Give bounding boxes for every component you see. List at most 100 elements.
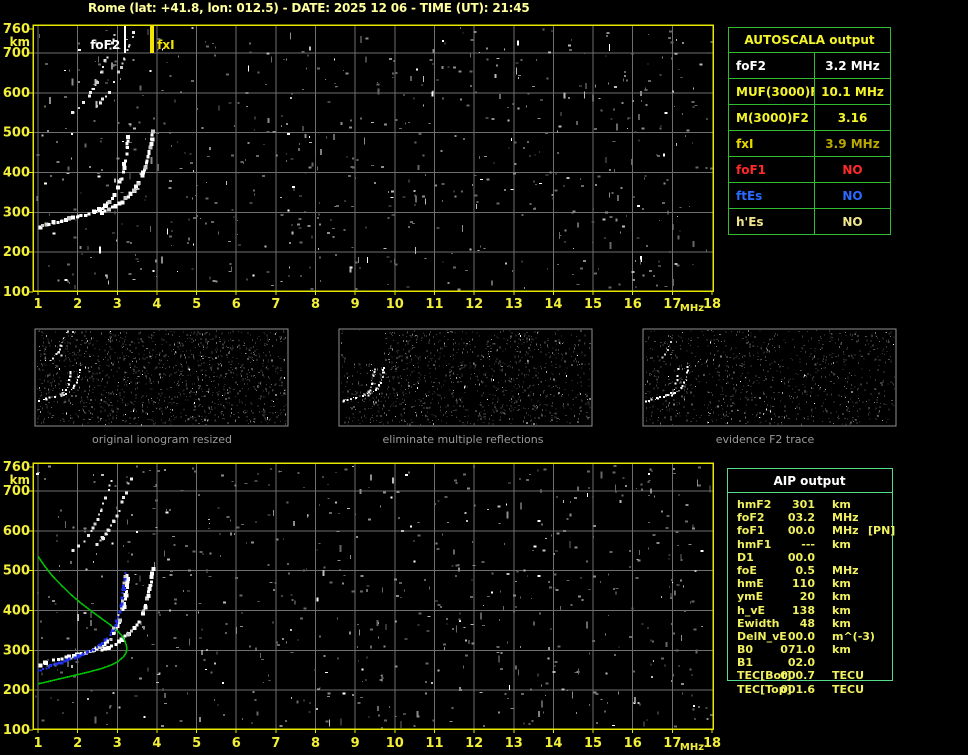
x-tick-label: 12 [465,736,483,751]
autoscala-param-value: 3.2 MHz [814,52,891,79]
aip-lab: hmE [737,577,764,591]
tick-marks [29,466,713,733]
aip-row-foF2: foF2 03.2 MHz [737,511,967,524]
aip-row-hmF1: hmF1 --- km [737,538,967,551]
aip-row-ymE: ymE 20 km [737,590,967,603]
autoscala-param-value: 3.9 MHz [814,130,891,157]
aip-val: 0.5 [795,563,816,577]
aip-unit: m^(-3) [832,629,875,643]
aip-row-B0: B0 071.0 km [737,643,967,656]
aip-val: 00.0 [787,524,815,538]
autoscala-param-label: h'Es [728,208,815,235]
x-tick-label: 18 [703,297,721,312]
aip-val: 110 [792,577,815,591]
x-tick-label: 8 [311,297,320,312]
panel-noise [645,330,895,426]
autoscala-param-value: NO [814,208,891,235]
frequency-markers: foF2 fxI [90,25,175,53]
x-tick-label: 1 [33,297,42,312]
aip-output-rows: hmF2 301 km foF2 03.2 MHz foF1 00.0 MHz [PN] hmF1-… [737,498,967,696]
x-tick-label: 10 [386,297,404,312]
processing-panel-1 [338,328,593,427]
x-tick-label: 14 [544,297,562,312]
autoscala-row-M(3000)F2: M(3000)F2 3.16 [728,104,891,131]
aip-lab: foF2 [737,511,765,525]
x-tick-label: 15 [584,736,602,751]
autoscala-row-MUF(3000)F2: MUF(3000)F210.1 MHz [728,78,891,105]
bottom-ionogram-plot: 1 2 3 4 5 6 7 8 9 10 11 12 13 14 15 16 17 18MHz7607006005… [3,460,721,753]
plot-frame [32,24,714,292]
aip-header-divider [727,492,892,493]
aip-unit: km [832,577,851,591]
processing-panels [34,328,897,427]
aip-val: 02.0 [787,656,815,670]
autoscala-output-table: AUTOSCALA output foF23.2 MHzMUF(3000)F21… [728,27,891,235]
x-tick-label: 6 [232,297,241,312]
aip-lab: D1 [737,550,754,564]
autoscala-param-label: foF1 [728,156,815,183]
y-tick-label: 100 [3,285,30,300]
grid-layer [33,25,713,291]
x-tick-label: 13 [505,736,523,751]
aip-val: 000.7 [780,669,815,683]
autoscala-param-value: 3.16 [814,104,891,131]
autoscala-row-h'Es: h'Es NO [728,208,891,235]
autoscala-row-foF1: foF1 NO [728,156,891,183]
y-axis-labels: 760700600500400300200100km [3,460,30,738]
autoscala-row-fxI: fxI 3.9 MHz [728,130,891,157]
processing-panel-2 [642,328,897,427]
x-tick-label: 4 [152,736,161,751]
x-tick-label: 9 [351,736,360,751]
y-axis-unit: km [10,473,30,487]
fitted-trace-layer [37,572,127,672]
aip-val: 00.0 [787,550,815,564]
panel-border [642,328,897,427]
x-tick-label: 11 [425,736,443,751]
x-tick-label: 11 [425,297,443,312]
autoscala-param-value: NO [814,182,891,209]
aip-row-h_vE: h_vE 138 km [737,604,967,617]
y-tick-label: 400 [3,603,30,618]
top-ionogram-plot: foF2 fxI1 2 3 4 5 6 7 8 9 10 11 12 13 14 15 16 17 18MHz760… [3,22,721,314]
aip-val: 138 [792,603,815,617]
aip-table-header: AIP output [773,474,846,488]
x-axis-labels: 1 2 3 4 5 6 7 8 9 10 11 12 13 14 15 16 17 18MHz [33,297,721,314]
x-tick-label: 6 [232,736,241,751]
aip-unit: MHz [832,511,859,525]
x-tick-label: 15 [584,297,602,312]
foF2-marker-label: foF2 [90,38,120,52]
y-tick-label: 500 [3,126,30,141]
y-axis-labels: 760700600500400300200100km [3,22,30,300]
aip-val: 48 [799,616,815,630]
grid-layer [33,463,713,729]
x-tick-label: 14 [544,736,562,751]
y-tick-label: 300 [3,205,30,220]
x-tick-label: 10 [386,736,404,751]
panel-trace-layer [645,337,690,403]
x-axis-unit: MHz [680,303,704,314]
aip-row-Ewidth: Ewidth 48 km [737,617,967,630]
aip-unit: km [832,590,851,604]
x-tick-label: 2 [73,736,82,751]
aip-val: 071.0 [780,643,815,657]
y-tick-label: 200 [3,683,30,698]
aip-unit: km [832,498,851,511]
x-tick-label: 16 [624,297,642,312]
aip-extra: [PN] [868,524,896,538]
x-tick-label: 8 [311,736,320,751]
aip-val: 301 [792,498,815,511]
x-tick-label: 7 [271,736,280,751]
aip-val: 001.6 [780,682,815,696]
aip-row-TEC[Bot]: TEC[Bot] 000.7 TECU [737,669,967,682]
autoscala-row-ftEs: ftEs NO [728,182,891,209]
x-tick-label: 3 [113,297,122,312]
aip-row-foE: foE 0.5 MHz [737,564,967,577]
x-tick-label: 9 [351,297,360,312]
x-axis-unit: MHz [680,742,704,753]
aip-row-hmE: hmE 110 km [737,577,967,590]
x-tick-label: 17 [663,736,681,751]
aip-row-hmF2: hmF2 301 km [737,498,967,511]
x-tick-label: 5 [192,297,201,312]
autoscala-param-value: NO [814,156,891,183]
aip-unit: km [832,537,851,551]
